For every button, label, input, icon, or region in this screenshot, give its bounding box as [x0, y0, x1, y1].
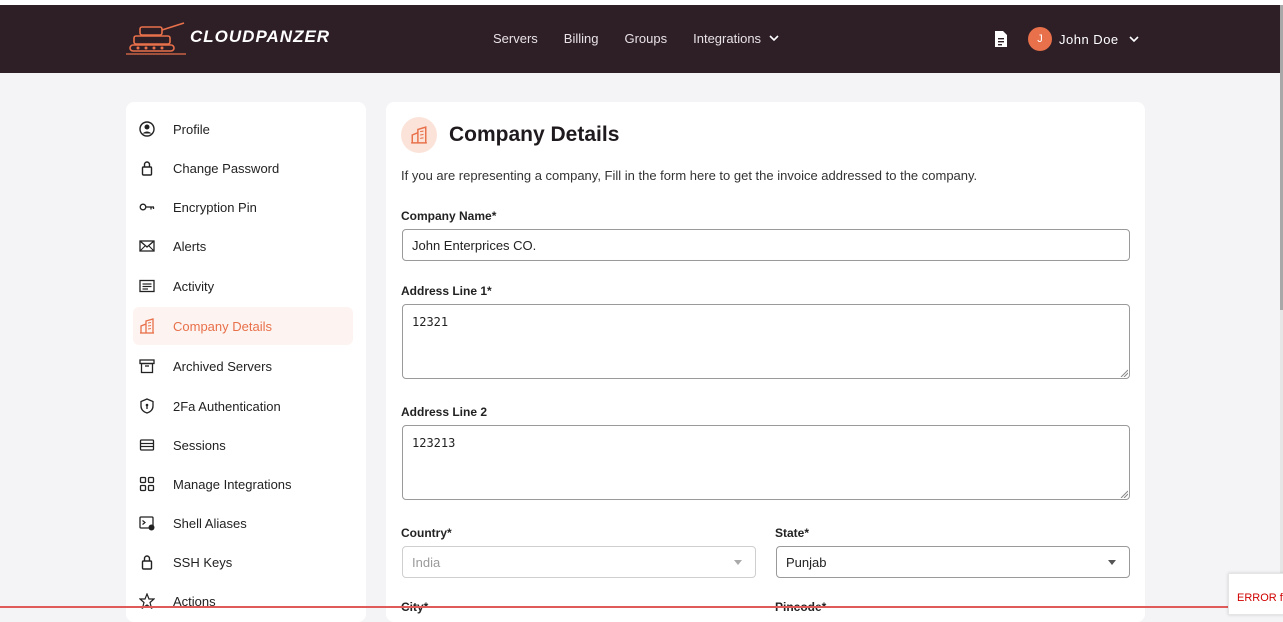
- sidebar-item-label: Activity: [173, 278, 215, 294]
- sidebar-item-encryption-pin[interactable]: Encryption Pin: [133, 188, 353, 226]
- sidebar-item-activity[interactable]: Activity: [133, 267, 353, 305]
- state-label: State*: [775, 526, 810, 540]
- shield-icon: [140, 398, 154, 414]
- list-icon: [139, 279, 155, 293]
- chevron-down-icon: [1129, 35, 1139, 42]
- brand-name: CLOUDPANZER: [190, 27, 331, 46]
- archive-icon: [139, 359, 155, 374]
- chevron-down-icon: [769, 35, 779, 42]
- page-title: Company Details: [449, 123, 620, 146]
- company-name-input[interactable]: [402, 229, 1130, 261]
- card-icon-badge: [401, 117, 437, 153]
- nav-integrations[interactable]: Integrations: [693, 31, 779, 46]
- country-select-value: India: [412, 554, 441, 570]
- sidebar-item-label: 2Fa Authentication: [173, 398, 281, 414]
- sidebar-item-label: Shell Aliases: [173, 515, 247, 531]
- mail-icon: [139, 240, 155, 252]
- sidebar-item-label: Company Details: [173, 318, 272, 334]
- resize-handle-icon[interactable]: [1120, 490, 1128, 498]
- user-menu[interactable]: J John Doe: [1028, 27, 1139, 51]
- profile-icon: [139, 121, 155, 137]
- state-select[interactable]: Punjab: [776, 546, 1130, 578]
- sidebar-item-manage-integrations[interactable]: Manage Integrations: [133, 465, 353, 503]
- key-icon: [139, 203, 155, 211]
- nav-billing[interactable]: Billing: [564, 31, 599, 46]
- nav-integrations-label: Integrations: [693, 31, 762, 46]
- sidebar-item-label: Sessions: [173, 437, 226, 453]
- building-icon: [140, 318, 154, 334]
- sidebar-item-label: Alerts: [173, 238, 207, 254]
- error-text: ERROR for: [1237, 592, 1283, 604]
- sidebar-item-company-details[interactable]: Company Details: [133, 307, 353, 345]
- nav-servers[interactable]: Servers: [493, 31, 538, 46]
- sidebar-item-profile[interactable]: Profile: [133, 110, 353, 148]
- caret-down-icon: [734, 560, 742, 565]
- error-toast: ERROR for: [1228, 573, 1283, 615]
- grid-icon: [139, 476, 155, 492]
- settings-sidebar: Profile Change Password Encryption Pin A…: [126, 102, 366, 622]
- address-line1-label: Address Line 1*: [401, 284, 492, 298]
- country-select[interactable]: India: [402, 546, 756, 578]
- address-line1-input[interactable]: 12321: [402, 304, 1130, 379]
- sidebar-item-ssh-keys[interactable]: SSH Keys: [133, 543, 353, 581]
- sidebar-item-label: SSH Keys: [173, 554, 233, 570]
- sidebar-item-archived-servers[interactable]: Archived Servers: [133, 347, 353, 385]
- nav-groups[interactable]: Groups: [624, 31, 667, 46]
- sidebar-item-actions[interactable]: Actions: [133, 582, 353, 620]
- main-nav: Servers Billing Groups Integrations: [493, 31, 805, 46]
- caret-down-icon: [1108, 560, 1116, 565]
- sidebar-item-label: Profile: [173, 121, 210, 137]
- sidebar-item-label: Manage Integrations: [173, 476, 292, 492]
- page-description: If you are representing a company, Fill …: [401, 168, 978, 183]
- sidebar-item-sessions[interactable]: Sessions: [133, 426, 353, 464]
- address-line2-label: Address Line 2: [401, 405, 488, 419]
- sidebar-item-label: Change Password: [173, 160, 280, 176]
- user-name: John Doe: [1059, 31, 1119, 47]
- bottom-red-border: [0, 606, 1283, 608]
- sidebar-item-change-password[interactable]: Change Password: [133, 149, 353, 187]
- address-line2-input[interactable]: 123213: [402, 425, 1130, 500]
- sidebar-item-label: Archived Servers: [173, 358, 272, 374]
- top-navbar: CLOUDPANZER Servers Billing Groups Integ…: [0, 5, 1280, 73]
- document-icon[interactable]: [993, 30, 1009, 48]
- sessions-icon: [139, 439, 155, 451]
- sidebar-item-alerts[interactable]: Alerts: [133, 227, 353, 265]
- state-select-value: Punjab: [786, 554, 827, 570]
- sidebar-item-2fa-authentication[interactable]: 2Fa Authentication: [133, 387, 353, 425]
- resize-handle-icon[interactable]: [1120, 369, 1128, 377]
- terminal-icon: [139, 516, 155, 531]
- company-details-card: Company Details If you are representing …: [386, 102, 1145, 622]
- avatar: J: [1028, 27, 1052, 51]
- tank-logo-icon: [126, 22, 186, 55]
- sidebar-item-label: Encryption Pin: [173, 199, 257, 215]
- brand-logo[interactable]: CLOUDPANZER: [126, 19, 346, 57]
- lock-icon: [141, 161, 153, 176]
- company-name-label: Company Name*: [401, 209, 497, 223]
- lock-icon: [141, 555, 153, 570]
- building-icon: [411, 126, 427, 144]
- sidebar-item-shell-aliases[interactable]: Shell Aliases: [133, 504, 353, 542]
- country-label: Country*: [401, 526, 452, 540]
